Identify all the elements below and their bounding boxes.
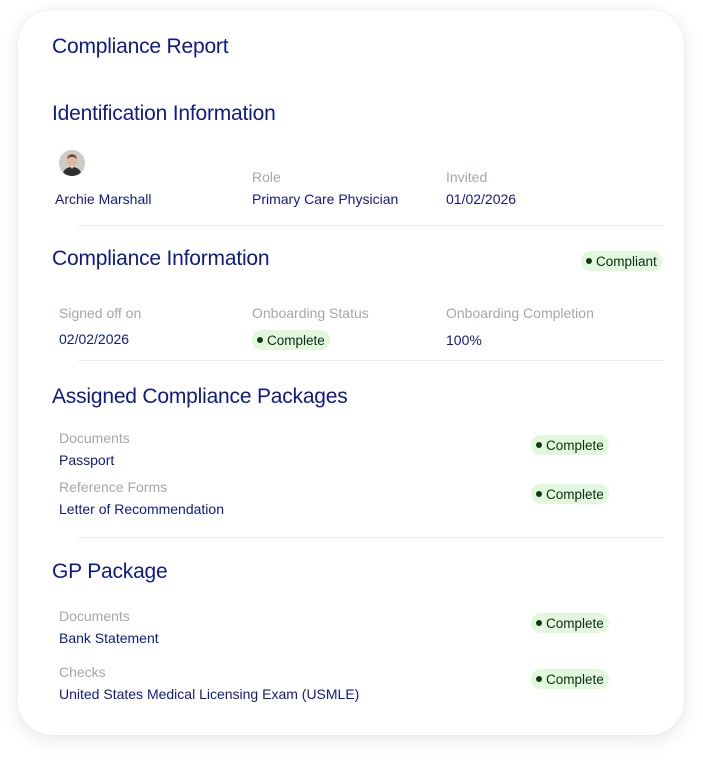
divider xyxy=(78,360,664,361)
package-item-name: United States Medical Licensing Exam (US… xyxy=(59,686,360,702)
onboarding-completion-label: Onboarding Completion xyxy=(446,305,594,321)
onboarding-status-badge: Complete xyxy=(252,330,330,350)
role-value: Primary Care Physician xyxy=(252,191,399,207)
compliance-heading: Compliance Information xyxy=(52,247,270,270)
status-badge-label: Complete xyxy=(546,486,604,502)
signed-off-label: Signed off on xyxy=(59,305,142,321)
status-badge-label: Complete xyxy=(546,615,604,631)
package-status-badge: Complete xyxy=(531,484,609,504)
status-dot-icon xyxy=(536,676,542,682)
onboarding-status-label: Onboarding Status xyxy=(252,305,369,321)
package-category-label: Documents xyxy=(59,608,130,624)
divider xyxy=(78,537,664,538)
gp-package-heading: GP Package xyxy=(52,560,168,583)
status-badge-label: Complete xyxy=(546,671,604,687)
status-dot-icon xyxy=(536,491,542,497)
status-badge-label: Complete xyxy=(267,332,325,348)
package-item-name: Passport xyxy=(59,452,115,468)
status-badge-label: Compliant xyxy=(596,253,657,269)
package-item-name: Bank Statement xyxy=(59,630,159,646)
identification-heading: Identification Information xyxy=(52,102,276,125)
status-dot-icon xyxy=(586,258,592,264)
package-status-badge: Complete xyxy=(531,435,609,455)
status-dot-icon xyxy=(536,442,542,448)
package-item-name: Letter of Recommendation xyxy=(59,501,224,517)
signed-off-value: 02/02/2026 xyxy=(59,331,130,347)
package-category-label: Checks xyxy=(59,664,106,680)
invited-value: 01/02/2026 xyxy=(446,191,517,207)
compliant-status-badge: Compliant xyxy=(581,251,662,271)
onboarding-completion-value: 100% xyxy=(446,332,482,348)
status-dot-icon xyxy=(536,620,542,626)
page-title: Compliance Report xyxy=(52,35,229,58)
avatar xyxy=(59,150,85,176)
invited-label: Invited xyxy=(446,169,488,185)
assigned-packages-heading: Assigned Compliance Packages xyxy=(52,385,348,408)
package-category-label: Documents xyxy=(59,430,130,446)
package-status-badge: Complete xyxy=(531,669,609,689)
divider xyxy=(78,225,664,226)
status-badge-label: Complete xyxy=(546,437,604,453)
status-dot-icon xyxy=(257,337,263,343)
role-label: Role xyxy=(252,169,281,185)
person-name: Archie Marshall xyxy=(55,191,152,207)
package-category-label: Reference Forms xyxy=(59,479,168,495)
package-status-badge: Complete xyxy=(531,613,609,633)
